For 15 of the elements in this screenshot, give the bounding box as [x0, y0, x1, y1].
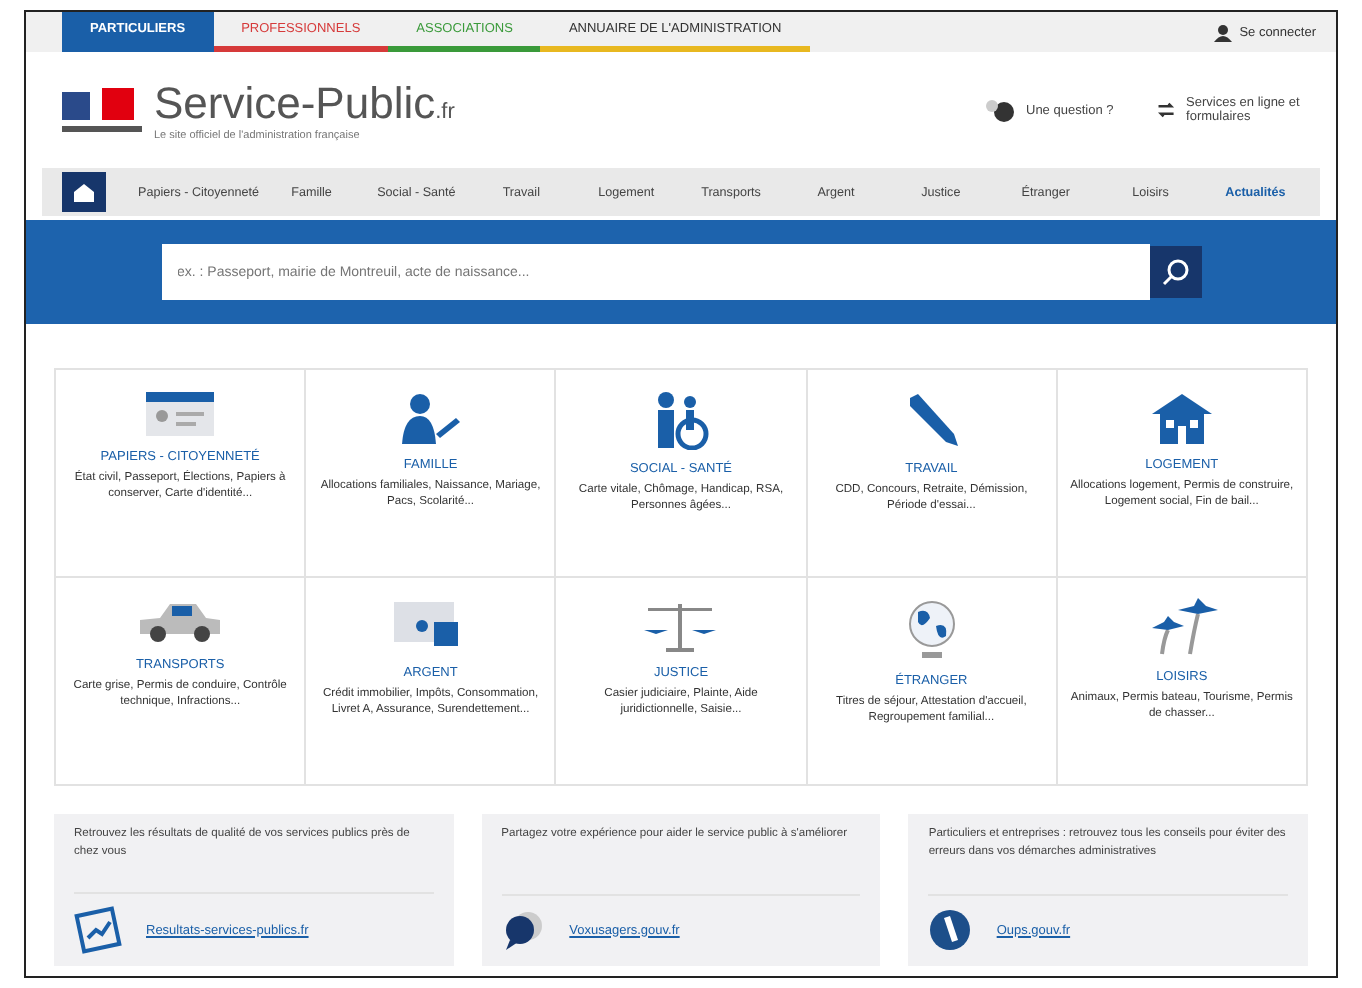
search-icon	[1161, 258, 1189, 286]
chart-icon	[74, 906, 122, 954]
speech-bubble-icon	[501, 908, 546, 952]
id-card-icon	[144, 390, 217, 438]
car-icon	[136, 598, 225, 646]
arrows-icon	[1156, 98, 1177, 122]
user-icon	[1213, 23, 1232, 41]
house-icon	[1147, 390, 1216, 446]
home-button[interactable]	[62, 172, 106, 212]
flag-logo-icon	[62, 84, 142, 136]
scales-icon	[640, 598, 721, 654]
site-logo-text: Service-Public.fr	[154, 78, 455, 130]
search-button[interactable]	[1149, 246, 1201, 298]
home-icon	[74, 183, 94, 201]
family-icon	[396, 390, 465, 446]
